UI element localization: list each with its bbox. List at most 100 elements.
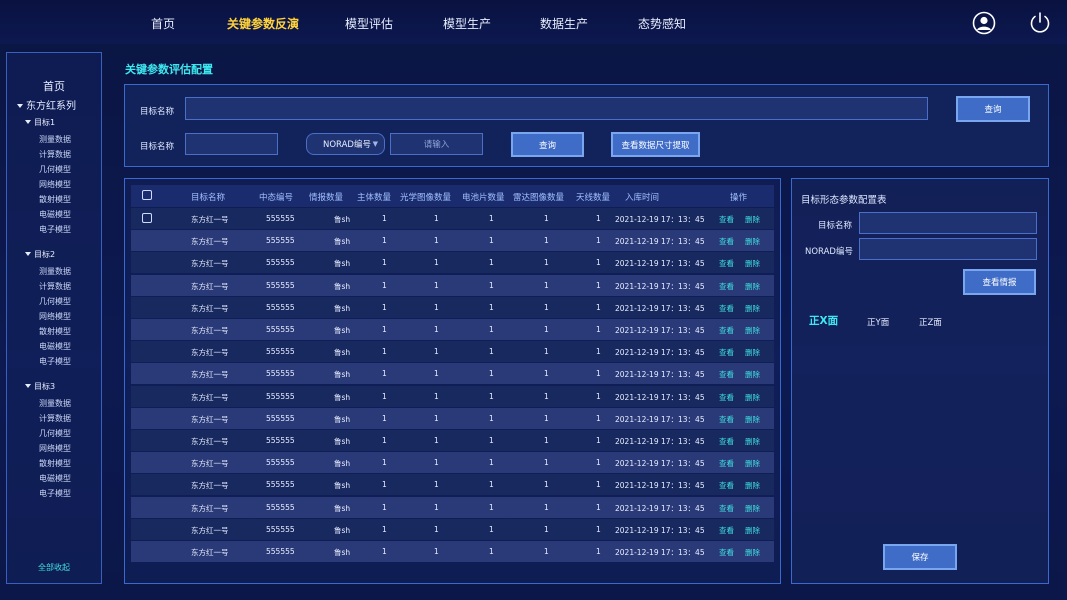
delete-link[interactable]: 删除 [745, 347, 760, 358]
sidebar-leaf[interactable]: 散射模型 [39, 458, 71, 469]
view-link[interactable]: 查看 [719, 347, 734, 358]
table-row[interactable]: 东方红一号 555555 鲁sh 1 1 1 1 1 2021-12-19 17：13：45 查看… [131, 496, 774, 518]
query-button-2[interactable]: 查询 [511, 132, 584, 157]
nav-item-situation-awareness[interactable]: 态势感知 [638, 15, 686, 32]
norad-input[interactable]: 请输入 [390, 133, 483, 155]
sidebar-leaf[interactable]: 几何模型 [39, 296, 71, 307]
sidebar-leaf[interactable]: 几何模型 [39, 428, 71, 439]
target-name-input[interactable] [185, 97, 928, 120]
table-row[interactable]: 东方红一号 555555 鲁sh 1 1 1 1 1 2021-12-19 17：13：45 查看… [131, 230, 774, 252]
nav-item-model-production[interactable]: 模型生产 [443, 15, 491, 32]
delete-link[interactable]: 删除 [745, 214, 760, 225]
view-link[interactable]: 查看 [719, 503, 734, 514]
nav-item-key-params[interactable]: 关键参数反演 [227, 15, 299, 32]
sidebar-leaf[interactable]: 电子模型 [39, 488, 71, 499]
delete-link[interactable]: 删除 [745, 503, 760, 514]
sidebar-leaf[interactable]: 电磁模型 [39, 341, 71, 352]
target-name-input-2[interactable] [185, 133, 278, 155]
sidebar-leaf[interactable]: 计算数据 [39, 281, 71, 292]
view-link[interactable]: 查看 [719, 303, 734, 314]
tab-face-x[interactable]: 正X面 [809, 313, 838, 328]
delete-link[interactable]: 删除 [745, 392, 760, 403]
sidebar-leaf[interactable]: 测量数据 [39, 398, 71, 409]
sidebar-leaf[interactable]: 电磁模型 [39, 209, 71, 220]
view-info-button[interactable]: 查看情报 [963, 269, 1036, 295]
tab-face-y[interactable]: 正Y面 [867, 316, 889, 328]
view-link[interactable]: 查看 [719, 480, 734, 491]
cell-info: 鲁sh [334, 215, 351, 224]
sidebar-leaf[interactable]: 网络模型 [39, 179, 71, 190]
view-link[interactable]: 查看 [719, 525, 734, 536]
view-link[interactable]: 查看 [719, 281, 734, 292]
view-link[interactable]: 查看 [719, 325, 734, 336]
select-all-checkbox[interactable] [142, 190, 152, 200]
table-row[interactable]: 东方红一号 555555 鲁sh 1 1 1 1 1 2021-12-19 17：13：45 查看… [131, 452, 774, 474]
sidebar-leaf[interactable]: 电子模型 [39, 356, 71, 367]
view-link[interactable]: 查看 [719, 236, 734, 247]
config-norad-input[interactable] [859, 238, 1037, 260]
table-row[interactable]: 东方红一号 555555 鲁sh 1 1 1 1 1 2021-12-19 17：13：45 查看… [131, 430, 774, 451]
delete-link[interactable]: 删除 [745, 458, 760, 469]
sidebar-leaf[interactable]: 网络模型 [39, 443, 71, 454]
table-row[interactable]: 东方红一号 555555 鲁sh 1 1 1 1 1 2021-12-19 17：13：45 查看… [131, 474, 774, 496]
sidebar-leaf[interactable]: 计算数据 [39, 413, 71, 424]
query-button[interactable]: 查询 [956, 96, 1030, 122]
table-row[interactable]: 东方红一号 555555 鲁sh 1 1 1 1 1 2021-12-19 17：13：45 查看… [131, 385, 774, 407]
sidebar-leaf[interactable]: 散射模型 [39, 194, 71, 205]
delete-link[interactable]: 删除 [745, 258, 760, 269]
view-link[interactable]: 查看 [719, 392, 734, 403]
sidebar-leaf[interactable]: 电磁模型 [39, 473, 71, 484]
power-icon[interactable] [1028, 11, 1052, 35]
sidebar-leaf[interactable]: 测量数据 [39, 134, 71, 145]
sidebar-leaf[interactable]: 计算数据 [39, 149, 71, 160]
table-row[interactable]: 东方红一号 555555 鲁sh 1 1 1 1 1 2021-12-19 17：13：45 查看… [131, 252, 774, 274]
sidebar-leaf[interactable]: 散射模型 [39, 326, 71, 337]
norad-select[interactable]: NORAD编号 ▼ [306, 133, 385, 155]
view-link[interactable]: 查看 [719, 547, 734, 558]
view-link[interactable]: 查看 [719, 436, 734, 447]
delete-link[interactable]: 删除 [745, 236, 760, 247]
view-link[interactable]: 查看 [719, 258, 734, 269]
collapse-all-button[interactable]: 全部收起 [7, 562, 101, 573]
sidebar-item-series[interactable]: 东方红系列 [17, 97, 76, 112]
config-target-name-input[interactable] [859, 212, 1037, 234]
sidebar-item-target3[interactable]: 目标3 [25, 381, 55, 392]
table-row[interactable]: 东方红一号 555555 鲁sh 1 1 1 1 1 2021-12-19 17：13：45 查看… [131, 319, 774, 340]
sidebar-item-home[interactable]: 首页 [7, 78, 101, 94]
sidebar-leaf[interactable]: 电子模型 [39, 224, 71, 235]
table-row[interactable]: 东方红一号 555555 鲁sh 1 1 1 1 1 2021-12-19 17：13：45 查看… [131, 208, 774, 229]
sidebar-item-target2[interactable]: 目标2 [25, 249, 55, 260]
view-link[interactable]: 查看 [719, 414, 734, 425]
sidebar-item-target1[interactable]: 目标1 [25, 117, 55, 128]
nav-item-home[interactable]: 首页 [151, 15, 175, 32]
sidebar-leaf[interactable]: 网络模型 [39, 311, 71, 322]
delete-link[interactable]: 删除 [745, 303, 760, 314]
table-row[interactable]: 东方红一号 555555 鲁sh 1 1 1 1 1 2021-12-19 17：13：45 查看… [131, 407, 774, 429]
user-icon[interactable] [972, 11, 996, 35]
save-button[interactable]: 保存 [883, 544, 957, 570]
sidebar-leaf[interactable]: 测量数据 [39, 266, 71, 277]
nav-item-data-production[interactable]: 数据生产 [540, 15, 588, 32]
table-row[interactable]: 东方红一号 555555 鲁sh 1 1 1 1 1 2021-12-19 17：13：45 查看… [131, 363, 774, 385]
nav-item-model-eval[interactable]: 模型评估 [345, 15, 393, 32]
delete-link[interactable]: 删除 [745, 547, 760, 558]
delete-link[interactable]: 删除 [745, 369, 760, 380]
table-row[interactable]: 东方红一号 555555 鲁sh 1 1 1 1 1 2021-12-19 17：13：45 查看… [131, 518, 774, 540]
tab-face-z[interactable]: 正Z面 [919, 316, 942, 328]
delete-link[interactable]: 删除 [745, 480, 760, 491]
view-link[interactable]: 查看 [719, 369, 734, 380]
size-extract-button[interactable]: 查看数据尺寸提取 [611, 132, 700, 157]
delete-link[interactable]: 删除 [745, 525, 760, 536]
table-row[interactable]: 东方红一号 555555 鲁sh 1 1 1 1 1 2021-12-19 17：13：45 查看… [131, 274, 774, 296]
row-checkbox[interactable] [142, 213, 152, 223]
table-row[interactable]: 东方红一号 555555 鲁sh 1 1 1 1 1 2021-12-19 17：13：45 查看… [131, 296, 774, 318]
view-link[interactable]: 查看 [719, 458, 734, 469]
delete-link[interactable]: 删除 [745, 414, 760, 425]
sidebar-leaf[interactable]: 几何模型 [39, 164, 71, 175]
view-link[interactable]: 查看 [719, 214, 734, 225]
table-row[interactable]: 东方红一号 555555 鲁sh 1 1 1 1 1 2021-12-19 17：13：45 查看… [131, 541, 774, 562]
delete-link[interactable]: 删除 [745, 436, 760, 447]
table-row[interactable]: 东方红一号 555555 鲁sh 1 1 1 1 1 2021-12-19 17：13：45 查看… [131, 341, 774, 363]
delete-link[interactable]: 删除 [745, 281, 760, 292]
delete-link[interactable]: 删除 [745, 325, 760, 336]
